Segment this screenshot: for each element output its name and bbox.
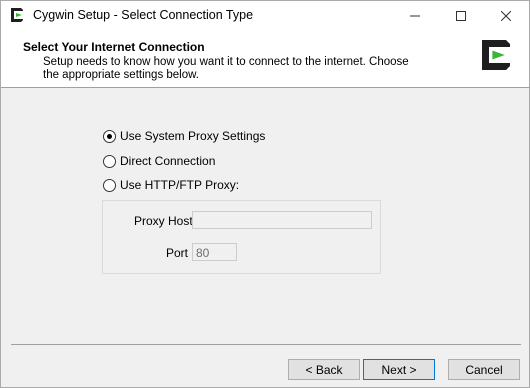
button-separator (11, 344, 521, 345)
close-button[interactable] (483, 1, 529, 31)
proxy-host-label: Proxy Host (134, 214, 193, 228)
cygwin-logo-icon (482, 40, 510, 70)
radio-http-ftp-proxy[interactable]: Use HTTP/FTP Proxy: (103, 177, 239, 193)
radio-direct-connection[interactable]: Direct Connection (103, 153, 215, 169)
close-icon (501, 11, 511, 21)
setup-window: Cygwin Setup - Select Connection Type Se… (0, 0, 530, 388)
window-title: Cygwin Setup - Select Connection Type (33, 8, 254, 22)
title-bar[interactable]: Cygwin Setup - Select Connection Type (1, 1, 529, 31)
cancel-button[interactable]: Cancel (448, 359, 520, 380)
header-title: Select Your Internet Connection (23, 40, 205, 54)
proxy-settings-group: Proxy Host Port 80 (102, 200, 381, 274)
next-button[interactable]: Next > (363, 359, 435, 380)
header-description: Setup needs to know how you want it to c… (43, 56, 409, 81)
maximize-button[interactable] (438, 1, 484, 31)
cygwin-app-icon (11, 8, 23, 22)
radio-button[interactable] (103, 178, 116, 192)
radio-label-direct-connection: Direct Connection (120, 154, 216, 168)
radio-label-http-ftp-proxy: Use HTTP/FTP Proxy: (120, 178, 240, 192)
proxy-host-input[interactable] (192, 211, 372, 229)
minimize-button[interactable] (392, 1, 438, 31)
port-input[interactable]: 80 (192, 243, 237, 261)
back-button[interactable]: < Back (288, 359, 360, 380)
port-label: Port (166, 246, 189, 260)
radio-label-system-proxy: Use System Proxy Settings (120, 129, 266, 143)
radio-button[interactable] (103, 154, 116, 168)
radio-system-proxy[interactable]: Use System Proxy Settings (103, 128, 265, 144)
maximize-icon (456, 11, 466, 21)
minimize-icon (410, 15, 420, 17)
radio-button-selected[interactable] (103, 129, 116, 143)
wizard-header: Select Your Internet Connection Setup ne… (1, 31, 529, 88)
